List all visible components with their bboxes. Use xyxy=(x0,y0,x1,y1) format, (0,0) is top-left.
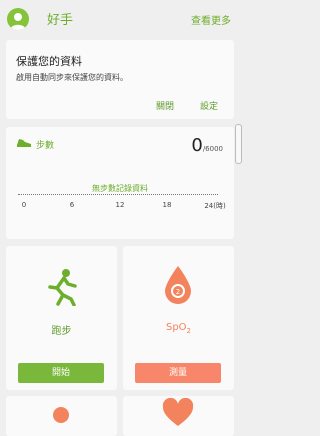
running-label: 跑步 xyxy=(51,326,72,337)
shoe-icon xyxy=(17,139,31,147)
svg-text:2: 2 xyxy=(176,288,180,296)
spo2-tile[interactable]: 2 SpO2 測量 xyxy=(123,246,234,390)
tile-icon-partial xyxy=(53,407,69,423)
axis-tick: 18 xyxy=(162,201,172,209)
measure-button[interactable]: 測量 xyxy=(135,363,221,383)
steps-axis xyxy=(18,194,218,196)
settings-button[interactable]: 設定 xyxy=(200,99,218,112)
spo2-label: SpO2 xyxy=(123,322,234,335)
axis-tick: 0 xyxy=(21,201,27,209)
steps-goal: /6000 xyxy=(202,145,223,153)
steps-label: 步數 xyxy=(36,141,55,151)
axis-tick: 6 xyxy=(69,201,75,209)
app-title: 好手 xyxy=(47,13,74,28)
next-tile-left[interactable] xyxy=(6,396,117,436)
profile-icon xyxy=(10,13,26,30)
app-header: 好手 查看更多 xyxy=(0,0,240,38)
steps-count: 0/6000 xyxy=(191,135,223,156)
heart-icon xyxy=(162,398,194,426)
edge-scroll-handle[interactable] xyxy=(235,124,242,164)
view-more-link[interactable]: 查看更多 xyxy=(191,12,231,27)
protect-data-description: 啟用自動同步來保護您的資料。 xyxy=(16,73,128,82)
spo2-label-text: SpO xyxy=(165,322,187,333)
dismiss-button[interactable]: 關閉 xyxy=(156,99,174,112)
protect-data-title: 保護您的資料 xyxy=(16,55,82,68)
next-tile-right[interactable] xyxy=(123,396,234,436)
running-icon xyxy=(48,269,77,306)
steps-value: 0 xyxy=(191,135,203,156)
axis-tick: 24(時) xyxy=(204,202,226,210)
axis-tick: 12 xyxy=(115,201,125,209)
running-tile[interactable]: 跑步 開始 xyxy=(6,246,117,390)
spo2-label-sub: 2 xyxy=(186,327,192,335)
avatar[interactable] xyxy=(7,8,29,30)
no-step-data-text: 無步數記錄資料 xyxy=(92,184,148,193)
start-button[interactable]: 開始 xyxy=(18,363,104,383)
steps-card[interactable]: 步數 0/6000 無步數記錄資料 xyxy=(6,127,234,239)
protect-data-card: 保護您的資料 啟用自動同步來保護您的資料。 關閉 設定 xyxy=(6,40,234,119)
blood-drop-icon: 2 xyxy=(165,266,191,304)
